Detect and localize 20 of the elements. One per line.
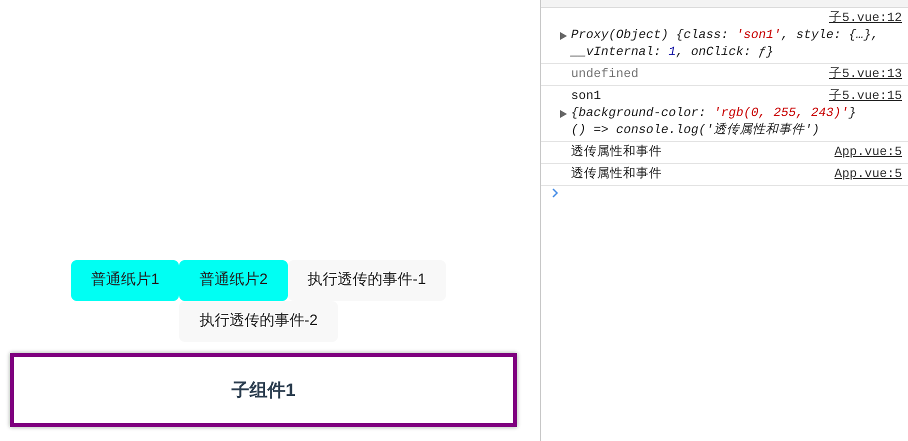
console-message: 透传属性和事件: [571, 144, 662, 161]
console-message: undefined: [571, 66, 639, 83]
source-link[interactable]: 子5.vue:15: [828, 88, 902, 105]
console-message: Proxy(Object) {class: 'son1', style: {…}, __vInternal: 1, onClick: ƒ}: [571, 27, 880, 61]
card-button[interactable]: 执行透传的事件-2: [179, 301, 338, 342]
source-link[interactable]: 子5.vue:13: [828, 66, 902, 83]
expand-triangle-icon[interactable]: [560, 110, 567, 118]
expand-triangle-icon[interactable]: [560, 32, 567, 40]
child-component-title: 子组件1: [231, 378, 296, 402]
prompt-chevron-icon: [551, 188, 559, 198]
console-message: {background-color: 'rgb(0, 255, 243)'}: [571, 105, 856, 122]
console-message: 透传属性和事件: [571, 166, 662, 183]
console-message: () => console.log('透传属性和事件'): [571, 122, 820, 139]
card-button[interactable]: 普通纸片2: [179, 260, 288, 301]
console-message: son1: [571, 88, 602, 105]
card-button[interactable]: 普通纸片1: [70, 260, 180, 301]
card-button[interactable]: 执行透传的事件-1: [288, 260, 446, 301]
source-link[interactable]: 子5.vue:12: [828, 10, 902, 27]
source-link[interactable]: App.vue:5: [834, 144, 902, 161]
source-link[interactable]: App.vue:5: [834, 166, 902, 183]
